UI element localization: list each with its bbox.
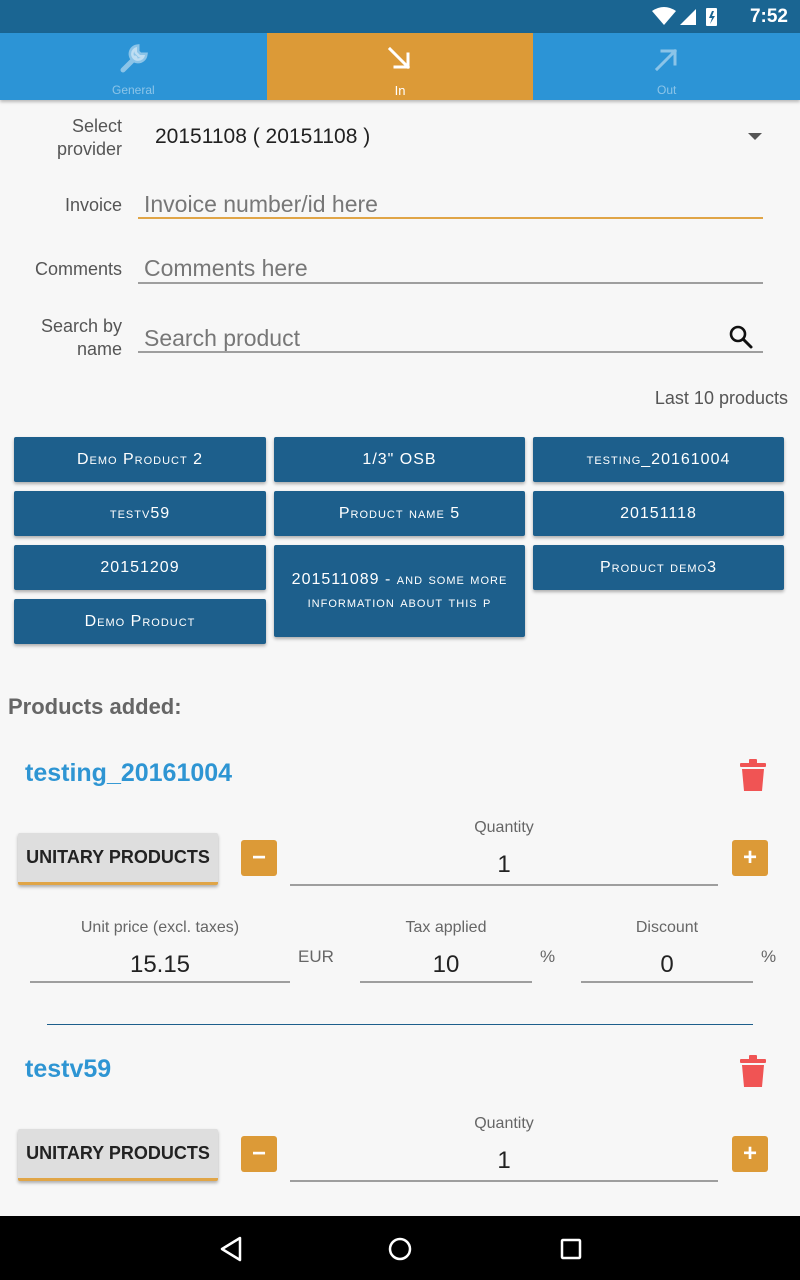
added-product-name: testv59 bbox=[25, 1055, 112, 1083]
trash-icon[interactable] bbox=[740, 1055, 766, 1087]
tab-bar: General In Out bbox=[0, 33, 800, 100]
currency-label: EUR bbox=[298, 947, 334, 966]
search-underline bbox=[138, 351, 763, 353]
recents-icon[interactable] bbox=[556, 1234, 586, 1264]
unit-price-label: Unit price (excl. taxes) bbox=[80, 919, 240, 936]
invoice-underline bbox=[138, 217, 763, 219]
last-products-label: Last 10 products bbox=[654, 388, 788, 408]
status-bar: 7:52 bbox=[0, 0, 800, 33]
product-separator bbox=[47, 1024, 753, 1025]
comments-field[interactable]: Comments here bbox=[144, 255, 308, 282]
product-chip[interactable]: Demo Product bbox=[14, 599, 266, 644]
back-icon[interactable] bbox=[216, 1234, 246, 1264]
discount-unit: % bbox=[761, 947, 777, 966]
invoice-field[interactable]: Invoice number/id here bbox=[144, 191, 378, 218]
added-product-name: testing_20161004 bbox=[25, 759, 233, 787]
unit-price-input[interactable]: 15.15 bbox=[30, 951, 290, 979]
tax-underline bbox=[360, 981, 532, 983]
product-chip[interactable]: Product name 5 bbox=[274, 491, 525, 536]
product-chip[interactable]: 201511089 - and some more information ab… bbox=[274, 545, 525, 637]
wrench-icon bbox=[120, 44, 149, 73]
quantity-underline bbox=[290, 884, 718, 886]
arrow-down-right-icon bbox=[387, 46, 411, 70]
tax-input[interactable]: 10 bbox=[360, 951, 532, 979]
tax-label: Tax applied bbox=[405, 919, 487, 936]
invoice-label: Invoice bbox=[64, 195, 122, 215]
status-icons bbox=[652, 7, 717, 26]
quantity-minus-button[interactable]: − bbox=[241, 1136, 277, 1172]
navigation-bar bbox=[0, 1216, 800, 1280]
unitary-products-button[interactable]: UNITARY PRODUCTS bbox=[18, 833, 218, 885]
provider-label: Select provider bbox=[56, 116, 122, 159]
products-added-title: Products added: bbox=[8, 694, 182, 719]
discount-input[interactable]: 0 bbox=[581, 951, 753, 979]
discount-label: Discount bbox=[635, 919, 699, 936]
comments-label: Comments bbox=[34, 259, 122, 279]
quantity-underline bbox=[290, 1180, 718, 1182]
home-icon[interactable] bbox=[385, 1234, 415, 1264]
product-chip[interactable]: 20151209 bbox=[14, 545, 266, 590]
product-chip[interactable]: Product demo3 bbox=[533, 545, 784, 590]
quantity-label: Quantity bbox=[474, 1115, 534, 1132]
search-icon[interactable] bbox=[728, 324, 754, 350]
tab-in[interactable]: In bbox=[266, 33, 534, 100]
tab-general[interactable]: General bbox=[0, 33, 267, 100]
tab-out-label: Out bbox=[657, 83, 677, 97]
tab-general-label: General bbox=[111, 83, 155, 97]
quantity-input[interactable]: 1 bbox=[290, 851, 718, 879]
wifi-icon bbox=[652, 7, 676, 25]
signal-icon bbox=[680, 9, 696, 25]
search-label: Search by name bbox=[40, 316, 122, 359]
dropdown-arrow-icon[interactable] bbox=[748, 133, 762, 140]
arrow-up-right-icon bbox=[654, 48, 677, 72]
product-chip[interactable]: testv59 bbox=[14, 491, 266, 536]
comments-underline bbox=[138, 282, 763, 284]
product-chip[interactable]: 1/3" OSB bbox=[274, 437, 525, 482]
quantity-plus-button[interactable]: + bbox=[732, 840, 768, 876]
provider-select[interactable]: 20151108 ( 20151108 ) bbox=[155, 125, 370, 149]
tab-in-label: In bbox=[394, 83, 406, 98]
search-input[interactable]: Search product bbox=[144, 325, 300, 352]
quantity-plus-button[interactable]: + bbox=[732, 1136, 768, 1172]
unit-price-underline bbox=[30, 981, 290, 983]
discount-underline bbox=[581, 981, 753, 983]
tab-out[interactable]: Out bbox=[533, 33, 800, 100]
quantity-label: Quantity bbox=[474, 819, 534, 836]
quantity-minus-button[interactable]: − bbox=[241, 840, 277, 876]
unitary-products-button[interactable]: UNITARY PRODUCTS bbox=[18, 1129, 218, 1181]
product-chip[interactable]: testing_20161004 bbox=[533, 437, 784, 482]
product-chip[interactable]: Demo Product 2 bbox=[14, 437, 266, 482]
trash-icon[interactable] bbox=[740, 759, 766, 791]
product-chip[interactable]: 20151118 bbox=[533, 491, 784, 536]
status-time: 7:52 bbox=[749, 6, 788, 27]
quantity-input[interactable]: 1 bbox=[290, 1147, 718, 1175]
tax-unit: % bbox=[540, 947, 556, 966]
